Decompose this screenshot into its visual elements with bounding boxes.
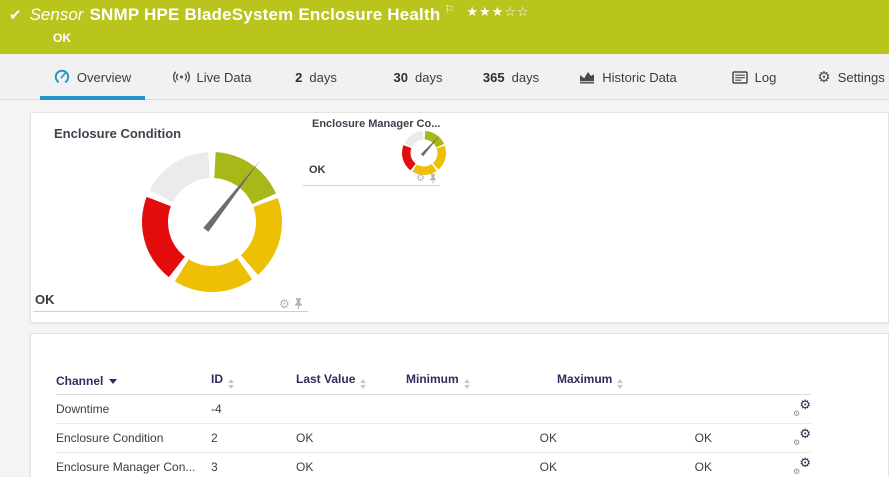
area-chart-icon <box>579 70 595 84</box>
primary-gauge-status: OK <box>35 292 55 307</box>
minimum-value: OK <box>406 424 557 453</box>
sort-icon <box>360 379 366 389</box>
last-value <box>296 395 406 424</box>
pin-icon[interactable] <box>294 297 303 310</box>
tab-live-data[interactable]: Live Data <box>158 54 266 100</box>
sensor-status-text: OK <box>53 31 71 45</box>
secondary-gauge <box>400 129 448 177</box>
flag-icon[interactable]: ⚐ <box>444 3 454 16</box>
header-maximum[interactable]: Maximum <box>557 367 712 395</box>
channel-settings-icon[interactable]: ⚙⚙ <box>793 429 811 445</box>
gauge-icon <box>54 69 70 85</box>
log-list-icon <box>732 71 748 84</box>
tab-30-days[interactable]: 30days <box>372 54 464 100</box>
tab-bar: Overview Live Data 2days 30days 365days … <box>0 54 889 100</box>
pin-icon[interactable] <box>429 173 437 184</box>
channel-settings-icon[interactable]: ⚙⚙ <box>793 458 811 474</box>
ok-check-icon: ✔ <box>9 6 22 24</box>
channel-name: Enclosure Manager Con... <box>56 453 211 477</box>
tab-settings[interactable]: ⚙ Settings <box>812 54 889 100</box>
table-row: Enclosure Manager Con... 3 OK OK OK ⚙⚙ <box>56 453 811 477</box>
live-signal-icon <box>173 70 190 84</box>
channel-id: 3 <box>211 453 296 477</box>
header-minimum[interactable]: Minimum <box>406 367 557 395</box>
tab-historic-data[interactable]: Historic Data <box>562 54 694 100</box>
tab-live-data-label: Live Data <box>197 70 252 85</box>
minimum-value <box>406 395 557 424</box>
sensor-overview-page: ✔ Sensor SNMP HPE BladeSystem Enclosure … <box>0 0 889 477</box>
channel-id: -4 <box>211 395 296 424</box>
minimum-value: OK <box>406 453 557 477</box>
settings-gear-icon: ⚙ <box>817 70 830 85</box>
sensor-type-label: Sensor <box>30 5 84 25</box>
header-last-value[interactable]: Last Value <box>296 367 406 395</box>
gear-icon[interactable]: ⚙ <box>279 298 290 310</box>
sensor-title: SNMP HPE BladeSystem Enclosure Health <box>89 5 440 25</box>
table-row: Downtime -4 ⚙⚙ <box>56 395 811 424</box>
divider <box>33 311 308 312</box>
priority-stars[interactable]: ★★★☆☆ <box>466 5 529 20</box>
sort-icon <box>617 379 623 389</box>
channel-name: Downtime <box>56 395 211 424</box>
divider <box>303 185 440 186</box>
header-channel[interactable]: Channel <box>56 367 211 395</box>
channel-table-card: Channel ID Last Value Minimum Maximum Do… <box>30 333 889 477</box>
tab-overview[interactable]: Overview <box>40 54 145 100</box>
channel-name: Enclosure Condition <box>56 424 211 453</box>
table-row: Enclosure Condition 2 OK OK OK ⚙⚙ <box>56 424 811 453</box>
tab-settings-label: Settings <box>838 70 885 85</box>
tab-overview-label: Overview <box>77 70 131 85</box>
status-banner: ✔ Sensor SNMP HPE BladeSystem Enclosure … <box>0 0 889 54</box>
tab-log[interactable]: Log <box>718 54 790 100</box>
last-value: OK <box>296 453 406 477</box>
tab-365-days[interactable]: 365days <box>462 54 560 100</box>
tab-log-label: Log <box>755 70 777 85</box>
last-value: OK <box>296 424 406 453</box>
sort-desc-icon <box>109 379 117 384</box>
sort-icon <box>228 379 234 389</box>
channel-settings-icon[interactable]: ⚙⚙ <box>793 400 811 416</box>
maximum-value: OK <box>557 453 712 477</box>
maximum-value <box>557 395 712 424</box>
primary-gauge <box>137 147 287 297</box>
maximum-value: OK <box>557 424 712 453</box>
tab-2-days[interactable]: 2days <box>272 54 360 100</box>
header-id[interactable]: ID <box>211 367 296 395</box>
secondary-gauge-status: OK <box>309 164 326 176</box>
primary-gauge-title: Enclosure Condition <box>54 126 181 141</box>
tab-historic-data-label: Historic Data <box>602 70 676 85</box>
channel-table: Channel ID Last Value Minimum Maximum Do… <box>56 367 811 477</box>
sort-icon <box>464 379 470 389</box>
table-header-row: Channel ID Last Value Minimum Maximum <box>56 367 811 395</box>
gear-icon[interactable]: ⚙ <box>416 174 425 184</box>
channel-id: 2 <box>211 424 296 453</box>
